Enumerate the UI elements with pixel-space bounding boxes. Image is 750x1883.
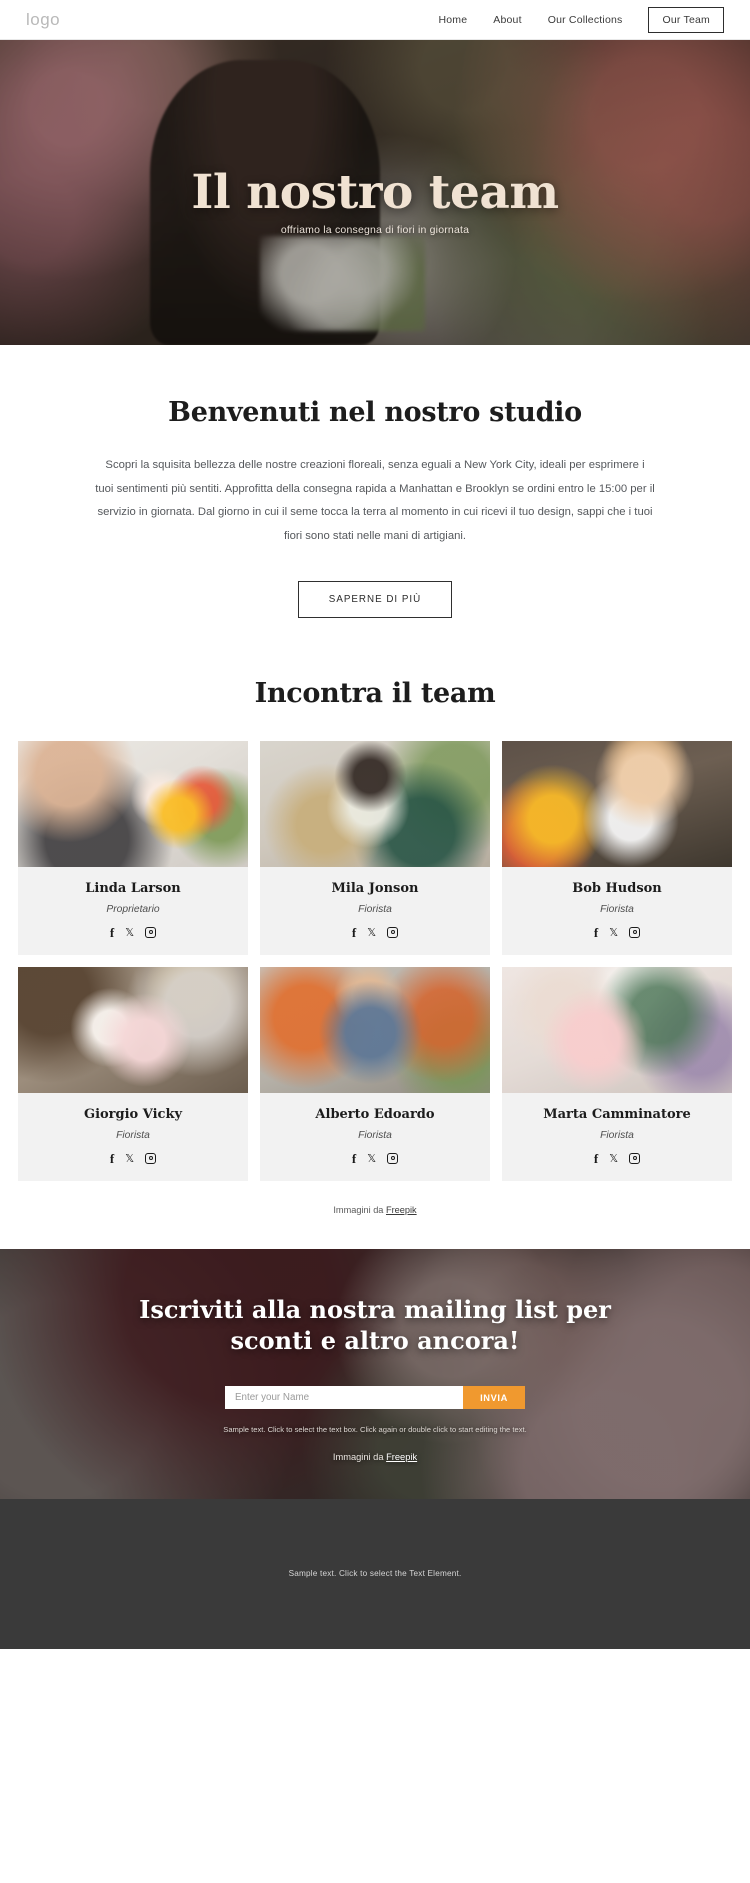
newsletter-credit-link[interactable]: Freepik <box>386 1452 417 1462</box>
social-links: f 𝕏 <box>24 926 242 939</box>
team-card: Marta Camminatore Fiorista f 𝕏 <box>502 966 732 1181</box>
site-logo[interactable]: logo <box>26 10 60 30</box>
social-links: f 𝕏 <box>24 1152 242 1165</box>
nav-item-our-collections[interactable]: Our Collections <box>548 14 623 26</box>
facebook-icon[interactable]: f <box>352 926 356 939</box>
learn-more-button[interactable]: SAPERNE DI PIÙ <box>297 580 453 618</box>
nav-item-our-team[interactable]: Our Team <box>648 6 724 33</box>
team-member-name: Giorgio Vicky <box>83 1106 183 1122</box>
team-member-photo <box>502 740 732 867</box>
team-member-name: Marta Camminatore <box>543 1106 691 1122</box>
hero-content: Il nostro team offriamo la consegna di f… <box>0 40 750 345</box>
x-twitter-icon[interactable]: 𝕏 <box>125 927 134 938</box>
instagram-icon[interactable] <box>145 1152 157 1164</box>
nav-item-about[interactable]: About <box>493 14 521 26</box>
newsletter-section: Iscriviti alla nostra mailing list per s… <box>0 1248 750 1499</box>
team-card-body: Mila Jonson Fiorista f 𝕏 <box>260 867 490 955</box>
newsletter-title-line2: sconti e altro ancora! <box>230 1325 520 1355</box>
team-member-photo <box>18 740 248 867</box>
team-card: Linda Larson Proprietario f 𝕏 <box>18 740 248 955</box>
team-grid: Linda Larson Proprietario f 𝕏 Mila Jonso… <box>18 740 732 1181</box>
instagram-icon[interactable] <box>387 926 399 938</box>
newsletter-title: Iscriviti alla nostra mailing list per s… <box>0 1295 750 1356</box>
welcome-heading: Benvenuti nel nostro studio <box>168 397 582 428</box>
team-member-photo <box>502 966 732 1093</box>
team-card: Bob Hudson Fiorista f 𝕏 <box>502 740 732 955</box>
hero-banner: Il nostro team offriamo la consegna di f… <box>0 40 750 345</box>
team-member-role: Fiorista <box>600 903 634 915</box>
facebook-icon[interactable]: f <box>110 1152 114 1165</box>
team-card-body: Bob Hudson Fiorista f 𝕏 <box>502 867 732 955</box>
x-twitter-icon[interactable]: 𝕏 <box>125 1153 134 1164</box>
team-credit-text: Immagini da <box>333 1204 386 1215</box>
team-section: Incontra il team Linda Larson Proprietar… <box>0 663 750 1249</box>
site-header: logo Home About Our Collections Our Team <box>0 0 750 40</box>
team-member-photo <box>260 740 490 867</box>
footer-sample-note: Sample text. Click to select the Text El… <box>288 1569 462 1579</box>
team-member-name: Linda Larson <box>85 880 181 896</box>
newsletter-content: Iscriviti alla nostra mailing list per s… <box>0 1249 750 1462</box>
team-member-role: Proprietario <box>106 903 160 915</box>
newsletter-title-line1: Iscriviti alla nostra mailing list per <box>139 1294 611 1324</box>
team-member-role: Fiorista <box>116 1129 150 1141</box>
page-root: logo Home About Our Collections Our Team… <box>0 0 750 1649</box>
newsletter-sample-note: Sample text. Click to select the text bo… <box>223 1425 527 1435</box>
team-card: Alberto Edoardo Fiorista f 𝕏 <box>260 966 490 1181</box>
team-image-credit: Immagini da Freepik <box>0 1205 750 1249</box>
welcome-paragraph: Scopri la squisita bellezza delle nostre… <box>95 459 655 543</box>
team-member-name: Alberto Edoardo <box>315 1106 435 1122</box>
facebook-icon[interactable]: f <box>594 926 598 939</box>
team-card-body: Giorgio Vicky Fiorista f 𝕏 <box>18 1093 248 1181</box>
team-card-body: Marta Camminatore Fiorista f 𝕏 <box>502 1093 732 1181</box>
team-member-photo <box>260 966 490 1093</box>
welcome-section: Benvenuti nel nostro studio Scopri la sq… <box>0 345 750 664</box>
team-card-body: Linda Larson Proprietario f 𝕏 <box>18 867 248 955</box>
x-twitter-icon[interactable]: 𝕏 <box>367 927 376 938</box>
x-twitter-icon[interactable]: 𝕏 <box>609 1153 618 1164</box>
instagram-icon[interactable] <box>629 926 641 938</box>
hero-subtitle: offriamo la consegna di fiori in giornat… <box>280 224 470 237</box>
x-twitter-icon[interactable]: 𝕏 <box>609 927 618 938</box>
social-links: f 𝕏 <box>508 926 726 939</box>
team-card: Giorgio Vicky Fiorista f 𝕏 <box>18 966 248 1181</box>
facebook-icon[interactable]: f <box>110 926 114 939</box>
team-card-body: Alberto Edoardo Fiorista f 𝕏 <box>260 1093 490 1181</box>
social-links: f 𝕏 <box>266 926 484 939</box>
team-member-name: Bob Hudson <box>572 880 662 896</box>
social-links: f 𝕏 <box>508 1152 726 1165</box>
team-card: Mila Jonson Fiorista f 𝕏 <box>260 740 490 955</box>
newsletter-submit-button[interactable]: INVIA <box>463 1386 525 1410</box>
site-footer: Sample text. Click to select the Text El… <box>0 1498 750 1649</box>
newsletter-form: INVIA <box>225 1386 525 1410</box>
instagram-icon[interactable] <box>145 926 157 938</box>
newsletter-name-input[interactable] <box>225 1386 463 1410</box>
team-heading: Incontra il team <box>254 677 496 709</box>
hero-title: Il nostro team <box>191 165 559 220</box>
newsletter-credit-text: Immagini da <box>332 1452 387 1463</box>
instagram-icon[interactable] <box>387 1152 399 1164</box>
facebook-icon[interactable]: f <box>594 1152 598 1165</box>
team-member-name: Mila Jonson <box>331 880 419 896</box>
team-member-role: Fiorista <box>358 1129 392 1141</box>
team-member-role: Fiorista <box>600 1129 634 1141</box>
team-credit-link[interactable]: Freepik <box>386 1205 417 1215</box>
x-twitter-icon[interactable]: 𝕏 <box>367 1153 376 1164</box>
team-member-photo <box>18 966 248 1093</box>
main-navigation: Home About Our Collections Our Team <box>438 6 724 33</box>
team-member-role: Fiorista <box>358 903 392 915</box>
social-links: f 𝕏 <box>266 1152 484 1165</box>
newsletter-image-credit: Immagini da Freepik <box>0 1452 750 1462</box>
facebook-icon[interactable]: f <box>352 1152 356 1165</box>
nav-item-home[interactable]: Home <box>438 14 467 26</box>
instagram-icon[interactable] <box>629 1152 641 1164</box>
